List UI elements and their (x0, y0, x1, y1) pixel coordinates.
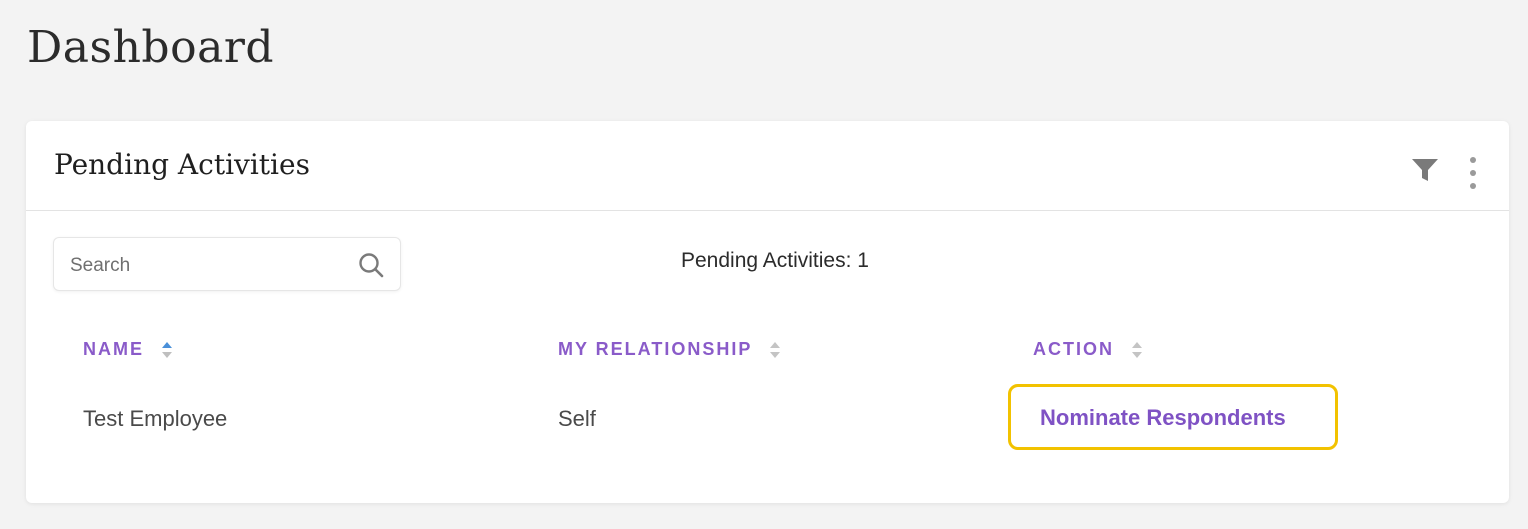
sort-ascending-icon (162, 341, 172, 358)
filter-button[interactable] (1409, 155, 1441, 187)
page-title: Dashboard (27, 22, 275, 73)
more-options-button[interactable] (1458, 153, 1488, 193)
more-vertical-icon (1470, 157, 1476, 189)
sort-icon (770, 341, 781, 358)
page: Dashboard Pending Activities Search Pend… (0, 0, 1528, 529)
search-input[interactable] (68, 250, 352, 282)
search-box (53, 237, 401, 291)
sort-icon (1132, 341, 1142, 358)
card-header: Pending Activities (26, 121, 1509, 211)
cell-relationship: Self (558, 406, 596, 431)
column-header-label: NAME (83, 339, 144, 359)
column-header-label: ACTION (1033, 339, 1114, 359)
column-header-relationship[interactable]: MY RELATIONSHIP (558, 339, 782, 360)
pending-activities-card: Pending Activities Pending Act (26, 121, 1509, 503)
nominate-respondents-link[interactable]: Nominate Respondents (1040, 405, 1286, 431)
search-icon[interactable] (357, 251, 385, 279)
pending-count-text: Pending Activities: 1 (681, 249, 869, 272)
column-header-action[interactable]: ACTION (1033, 339, 1144, 360)
column-header-label: MY RELATIONSHIP (558, 339, 753, 359)
column-header-name[interactable]: NAME (83, 339, 174, 360)
card-title: Pending Activities (54, 148, 310, 181)
filter-icon (1412, 159, 1438, 181)
cell-name: Test Employee (83, 406, 228, 431)
